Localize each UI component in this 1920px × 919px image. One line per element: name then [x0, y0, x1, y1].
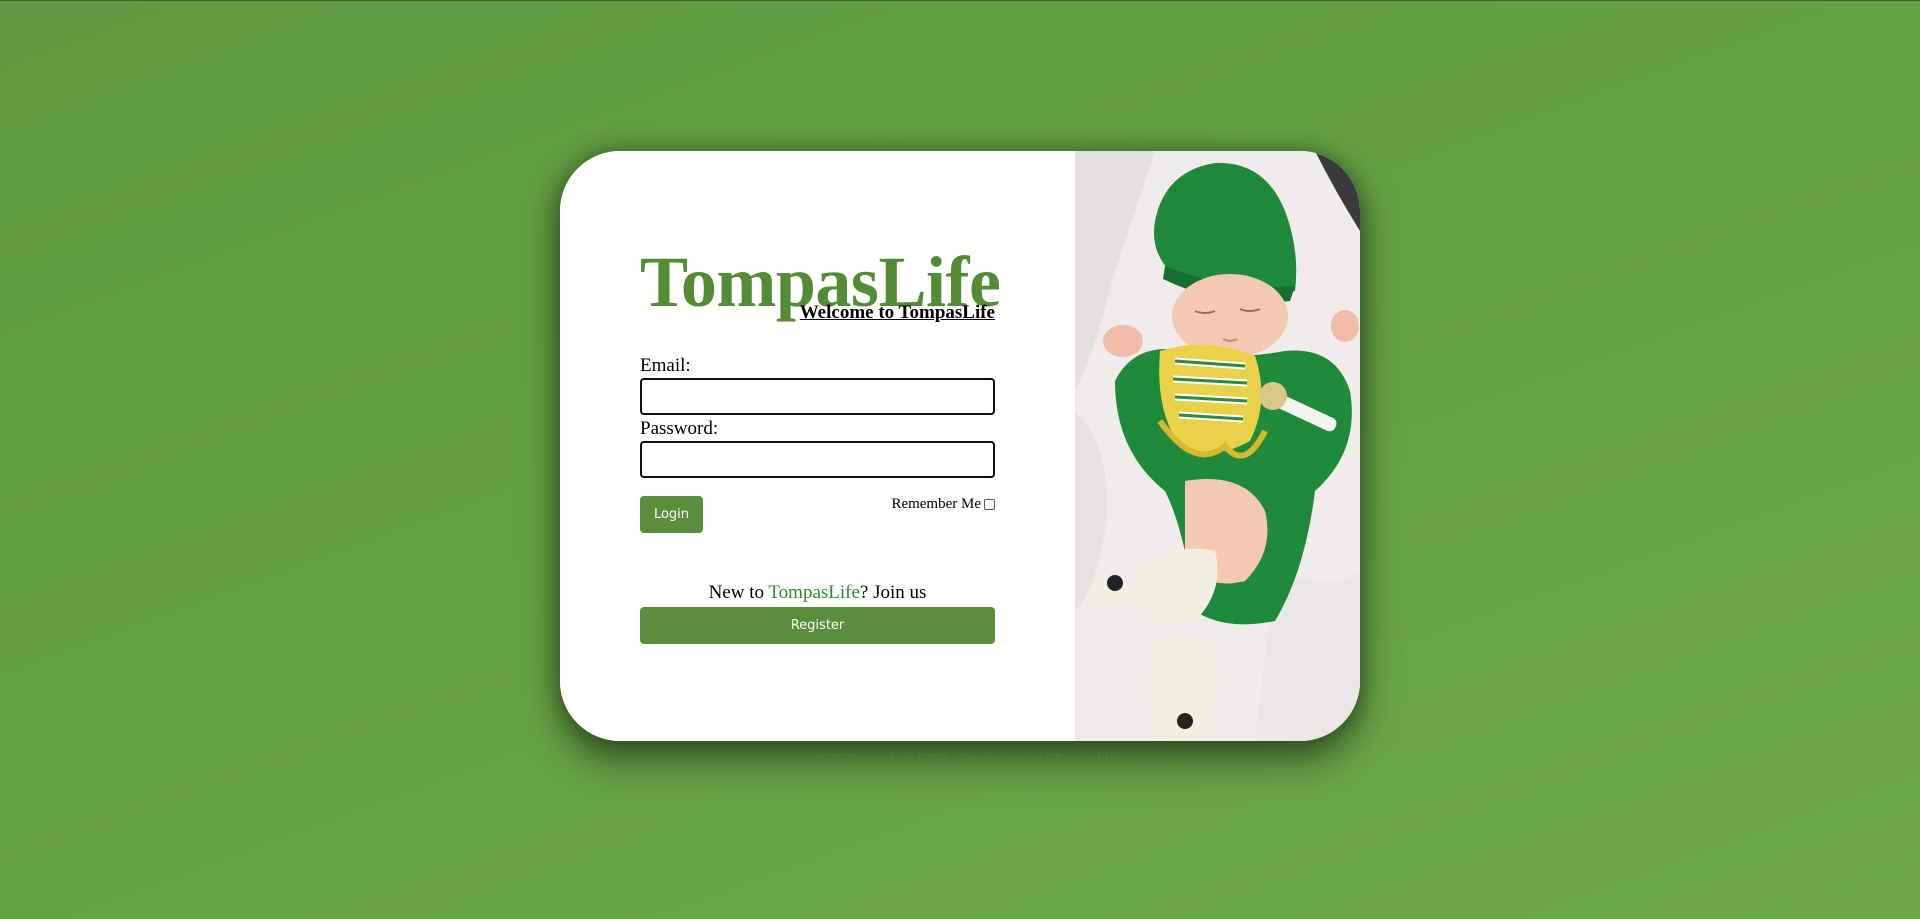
login-button[interactable]: Login — [640, 496, 703, 533]
join-prefix: New to — [708, 582, 769, 603]
remember-me[interactable]: Remember Me — [891, 496, 995, 513]
baby-photo — [1075, 151, 1360, 741]
register-button[interactable]: Register — [640, 607, 995, 644]
login-form-panel: TompasLife Welcome to TompasLife Email: … — [560, 151, 1075, 741]
join-suffix: ? Join us — [859, 582, 927, 603]
remember-me-label: Remember Me — [891, 496, 981, 512]
password-field[interactable] — [640, 441, 995, 478]
login-form: TompasLife Welcome to TompasLife Email: … — [640, 246, 1001, 644]
baby-photo-illustration — [1075, 151, 1360, 741]
footer-text: © 2025 TompasLife F25D | Simple version … — [800, 752, 1120, 767]
email-label: Email: — [640, 355, 691, 376]
join-brand: TompasLife — [768, 582, 860, 603]
remember-me-checkbox[interactable] — [984, 499, 995, 510]
email-field[interactable] — [640, 378, 995, 415]
join-prompt: New to TompasLife? Join us — [640, 582, 995, 604]
login-actions: Login Remember Me — [640, 496, 995, 556]
login-card: TompasLife Welcome to TompasLife Email: … — [560, 151, 1360, 741]
password-label: Password: — [640, 418, 719, 439]
